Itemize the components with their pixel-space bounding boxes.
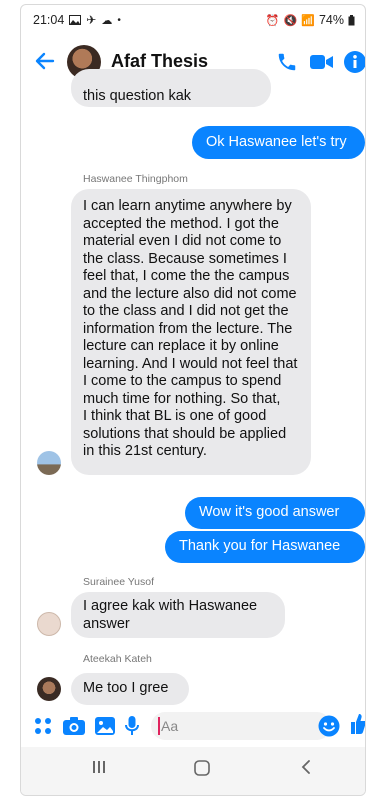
message-line: feel that, I come the the campus [83,268,290,284]
emoji-icon[interactable] [318,715,340,742]
message-line: I come to the campus to spend [83,373,282,389]
sender-avatar[interactable] [37,677,61,701]
message-composer: Aa [21,708,365,744]
status-time: 21:04 [33,13,65,27]
mic-icon[interactable] [125,716,139,741]
back-nav-icon[interactable] [299,759,313,780]
message-line: learning. And I would not feel that [83,355,298,372]
phone-screen: 21:04 ✈ ☁ • ⏰ 🔇 📶 74% Afaf Thesis this q… [20,4,366,796]
message-line: answer [83,615,130,632]
incoming-message[interactable]: I agree kak with Haswanee answer [71,592,285,638]
sender-name: Surainee Yusof [83,576,155,588]
video-icon[interactable] [310,53,334,76]
like-icon[interactable] [348,712,365,741]
message-line: information from the lecture. The [83,320,293,337]
outgoing-message[interactable]: Wow it's good answer [185,497,365,529]
wifi-icon: 📶 [301,14,315,27]
message-line: the class. Because sometimes I [83,250,287,267]
message-line: I agree kak with Haswanee [83,598,258,614]
incoming-message[interactable]: I can learn anytime anywhere by accepted… [71,189,311,475]
message-input[interactable]: Aa [151,712,331,740]
airplane-icon: ✈ [86,13,97,27]
text-cursor [158,717,160,735]
info-icon[interactable] [343,50,365,79]
home-icon[interactable] [193,759,211,782]
recent-apps-icon[interactable] [91,759,107,780]
apps-icon[interactable] [33,716,53,741]
camera-icon[interactable] [63,716,85,741]
message-line: I can learn anytime anywhere by [83,198,292,214]
message-line: to the class and I did not get the [83,303,289,319]
battery-icon [348,14,355,25]
outgoing-message[interactable]: Thank you for Haswanee [165,531,365,563]
battery-text: 74% [318,13,344,27]
sender-name: Haswanee Thingphom [83,173,188,185]
message-input-placeholder: Aa [161,718,179,734]
message-line: material even I did not come to [83,233,282,249]
message-line: in this 21st century. [83,443,207,459]
gallery-icon[interactable] [95,716,115,741]
sender-avatar[interactable] [37,612,61,636]
message-line: accepted the method. I got the [83,215,279,232]
phone-icon[interactable] [276,51,298,78]
message-line: and the lecture also did not come [83,285,297,302]
message-line: lecture can replace it by online [83,338,279,354]
outgoing-message[interactable]: Ok Haswanee let's try [192,126,365,159]
dot-icon: • [117,14,121,26]
partial-message[interactable]: this question kak [71,69,271,107]
message-line: much time for nothing. So that, [83,390,281,407]
back-arrow-icon[interactable] [35,51,55,77]
sender-avatar[interactable] [37,451,61,475]
message-line: I think that BL is one of good [83,408,267,424]
cloud-icon: ☁ [101,14,113,27]
sender-name: Ateekah Kateh [83,653,152,665]
mute-icon: 🔇 [283,14,298,27]
incoming-message[interactable]: Me too I gree [71,673,189,705]
alarm-icon: ⏰ [265,14,280,27]
gallery-notification-icon [69,15,82,25]
system-navigation-bar [21,747,365,795]
message-line: solutions that should be applied [83,425,287,442]
status-bar: 21:04 ✈ ☁ • ⏰ 🔇 📶 74% [21,5,365,35]
